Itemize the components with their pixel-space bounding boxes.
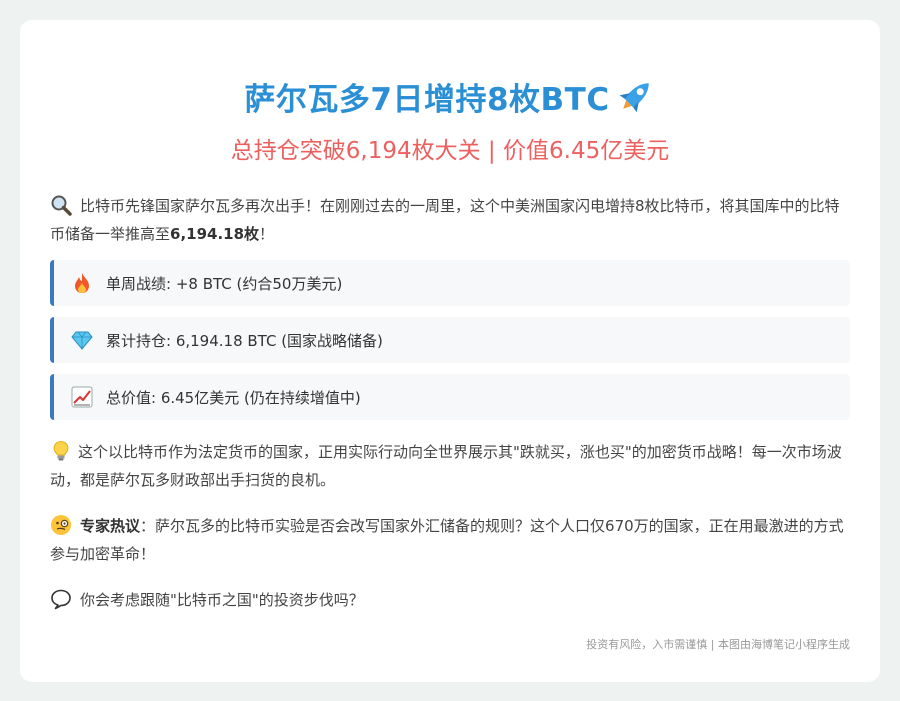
stat-label: 累计持仓: 6,194.18 BTC (国家战略储备) [106,331,383,350]
expert-paragraph: 专家热议：萨尔瓦多的比特币实验是否会改写国家外汇储备的规则？这个人口仅670万的… [50,512,850,568]
stat-holdings: 累计持仓: 6,194.18 BTC (国家战略储备) [50,317,850,363]
speech-bubble-icon [51,589,71,610]
stat-value: 总价值: 6.45亿美元 (仍在持续增值中) [50,374,850,420]
rocket-icon [619,83,649,113]
stat-weekly: 单周战绩: +8 BTC (约合50万美元) [50,260,850,306]
insight-paragraph: 这个以比特币作为法定货币的国家，正用实际行动向全世界展示其"跌就买，涨也买"的加… [50,438,850,494]
intro-paragraph: 比特币先锋国家萨尔瓦多再次出手！在刚刚过去的一周里，这个中美洲国家闪电增持8枚比… [50,192,850,248]
diamond-icon [71,331,93,350]
fire-icon [75,273,89,293]
title-row: 萨尔瓦多7日增持8枚BTC [50,74,850,118]
question-text: 你会考虑跟随"比特币之国"的投资步伐吗？ [80,591,364,609]
intro-highlight: 6,194.18枚 [170,225,260,243]
lightbulb-icon [53,441,69,461]
post-card: 萨尔瓦多7日增持8枚BTC 总持仓突破6,194枚大关 | 价值6.45亿美元 … [20,20,880,682]
expert-label: 专家热议 [80,517,141,535]
intro-text: 比特币先锋国家萨尔瓦多再次出手！在刚刚过去的一周里，这个中美洲国家闪电增持8枚比… [50,197,840,243]
magnifier-icon [51,195,72,216]
footer-disclaimer: 投资有风险，入市需谨慎 | 本图由海博笔记小程序生成 [586,638,850,651]
insight-text: 这个以比特币作为法定货币的国家，正用实际行动向全世界展示其"跌就买，涨也买"的加… [50,443,842,489]
stats-list: 单周战绩: +8 BTC (约合50万美元) 累计持仓: 6,194.18 BT… [50,260,850,420]
monocle-face-icon [51,515,71,535]
stat-label: 总价值: 6.45亿美元 (仍在持续增值中) [106,388,361,407]
question-paragraph: 你会考虑跟随"比特币之国"的投资步伐吗？ [50,586,850,614]
intro-text-end: ！ [259,225,275,243]
chart-up-icon [71,386,93,408]
page-title: 萨尔瓦多7日增持8枚BTC [244,81,610,118]
page-subtitle: 总持仓突破6,194枚大关 | 价值6.45亿美元 [230,138,670,164]
stat-label: 单周战绩: +8 BTC (约合50万美元) [106,274,343,293]
expert-colon: ： [140,517,156,535]
expert-text: 萨尔瓦多的比特币实验是否会改写国家外汇储备的规则？这个人口仅670万的国家，正在… [50,517,844,563]
